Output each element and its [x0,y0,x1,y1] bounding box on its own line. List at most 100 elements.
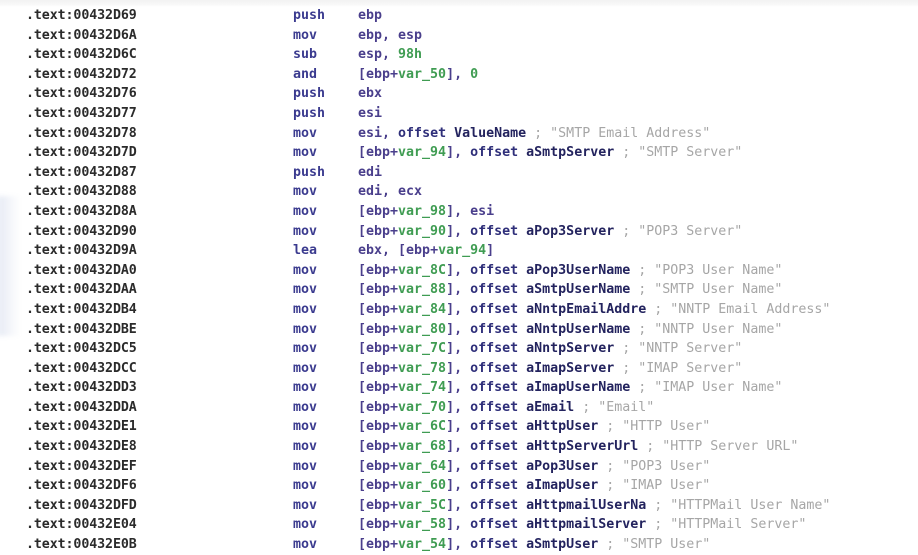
disassembly-line[interactable]: .text:00432E04 mov [ebp+var_58], offset aH… [0,515,918,535]
operand-token-var[interactable]: var_6C [398,419,446,434]
disassembly-line[interactable]: .text:00432D78 mov esi, offset ValueName ;… [0,124,918,144]
operand-token-sym[interactable]: aImapUserName [526,380,630,395]
line-address[interactable]: .text:00432DDA [0,398,293,418]
disassembly-line[interactable]: .text:00432D90 mov [ebp+var_90], offset aP… [0,222,918,242]
operand-token-var[interactable]: var_8C [398,263,446,278]
line-address[interactable]: .text:00432DBE [0,320,293,340]
operand-token-var[interactable]: var_68 [398,439,446,454]
line-mnemonic[interactable]: mov [293,437,358,457]
line-operands[interactable]: [ebp+var_84], offset aNntpEmailAddre ; "… [358,300,830,320]
line-operands[interactable]: [ebp+var_88], offset aSmtpUserName ; "SM… [358,280,782,300]
line-mnemonic[interactable]: mov [293,143,358,163]
line-mnemonic[interactable]: push [293,104,358,124]
line-operands[interactable]: esi, offset ValueName ; "SMTP Email Addr… [358,124,710,144]
line-operands[interactable]: ebx [358,84,382,104]
line-mnemonic[interactable]: push [293,163,358,183]
line-address[interactable]: .text:00432DF6 [0,476,293,496]
disassembly-line[interactable]: .text:00432DFD mov [ebp+var_5C], offset aH… [0,496,918,516]
line-operands[interactable]: edi, ecx [358,182,422,202]
line-operands[interactable]: [ebp+var_74], offset aImapUserName ; "IM… [358,378,782,398]
disassembly-line[interactable]: .text:00432D76 push ebx [0,84,918,104]
disassembly-line[interactable]: .text:00432D6C sub esp, 98h [0,45,918,65]
line-operands[interactable]: [ebp+var_70], offset aEmail ; "Email" [358,398,654,418]
line-address[interactable]: .text:00432DE1 [0,417,293,437]
line-mnemonic[interactable]: mov [293,398,358,418]
line-mnemonic[interactable]: sub [293,45,358,65]
operand-token-var[interactable]: var_90 [398,224,446,239]
operand-token-var[interactable]: var_70 [398,400,446,415]
line-operands[interactable]: [ebp+var_6C], offset aHttpUser ; "HTTP U… [358,417,710,437]
operand-token-sym[interactable]: aNntpServer [526,341,614,356]
line-address[interactable]: .text:00432DEF [0,457,293,477]
line-mnemonic[interactable]: push [293,6,358,26]
line-address[interactable]: .text:00432D72 [0,65,293,85]
operand-token-var[interactable]: var_58 [398,517,446,532]
line-mnemonic[interactable]: push [293,84,358,104]
operand-token-var[interactable]: var_54 [398,537,446,552]
disassembly-line[interactable]: .text:00432DE1 mov [ebp+var_6C], offset aH… [0,417,918,437]
line-address[interactable]: .text:00432D78 [0,124,293,144]
line-address[interactable]: .text:00432D88 [0,182,293,202]
line-operands[interactable]: [ebp+var_98], esi [358,202,494,222]
line-mnemonic[interactable]: mov [293,515,358,535]
line-mnemonic[interactable]: lea [293,241,358,261]
line-operands[interactable]: [ebp+var_54], offset aSmtpUser ; "SMTP U… [358,535,710,555]
operand-token-var[interactable]: var_64 [398,459,446,474]
line-operands[interactable]: [ebp+var_94], offset aSmtpServer ; "SMTP… [358,143,742,163]
line-address[interactable]: .text:00432D8A [0,202,293,222]
line-address[interactable]: .text:00432DCC [0,359,293,379]
line-address[interactable]: .text:00432DAA [0,280,293,300]
disassembly-line[interactable]: .text:00432DA0 mov [ebp+var_8C], offset aP… [0,261,918,281]
line-operands[interactable]: [ebp+var_90], offset aPop3Server ; "POP3… [358,222,742,242]
operand-token-var[interactable]: var_74 [398,380,446,395]
operand-token-var[interactable]: var_50 [398,67,446,82]
operand-token-sym[interactable]: aImapUser [526,478,598,493]
line-operands[interactable]: [ebp+var_80], offset aNntpUserName ; "NN… [358,320,782,340]
line-mnemonic[interactable]: mov [293,378,358,398]
line-mnemonic[interactable]: mov [293,535,358,555]
operand-token-sym[interactable]: aNntpEmailAddre [526,302,646,317]
line-operands[interactable]: esp, 98h [358,45,422,65]
line-mnemonic[interactable]: mov [293,339,358,359]
line-mnemonic[interactable]: mov [293,202,358,222]
line-address[interactable]: .text:00432DB4 [0,300,293,320]
operand-token-sym[interactable]: aImapServer [526,361,614,376]
line-mnemonic[interactable]: mov [293,26,358,46]
operand-token-sym[interactable]: aPop3UserName [526,263,630,278]
operand-token-var[interactable]: var_94 [398,145,446,160]
disassembly-line[interactable]: .text:00432D72 and [ebp+var_50], 0 [0,65,918,85]
line-address[interactable]: .text:00432E0B [0,535,293,555]
line-address[interactable]: .text:00432D90 [0,222,293,242]
operand-token-sym[interactable]: aSmtpUserName [526,282,630,297]
disassembly-line[interactable]: .text:00432D8A mov [ebp+var_98], esi [0,202,918,222]
line-operands[interactable]: [ebp+var_64], offset aPop3User ; "POP3 U… [358,457,710,477]
operand-token-sym[interactable]: aHttpmailUserNa [526,498,646,513]
disassembly-line[interactable]: .text:00432D9A lea ebx, [ebp+var_94] [0,241,918,261]
line-address[interactable]: .text:00432DFD [0,496,293,516]
disassembly-line[interactable]: .text:00432DCC mov [ebp+var_78], offset aI… [0,359,918,379]
disassembly-line[interactable]: .text:00432DC5 mov [ebp+var_7C], offset aN… [0,339,918,359]
operand-token-sym[interactable]: aPop3User [526,459,598,474]
line-address[interactable]: .text:00432DA0 [0,261,293,281]
operand-token-sym[interactable]: aSmtpUser [526,537,598,552]
line-operands[interactable]: [ebp+var_68], offset aHttpServerUrl ; "H… [358,437,798,457]
operand-token-sym[interactable]: aHttpServerUrl [526,439,638,454]
operand-token-var[interactable]: var_88 [398,282,446,297]
line-operands[interactable]: [ebp+var_58], offset aHttpmailServer ; "… [358,515,806,535]
line-address[interactable]: .text:00432DC5 [0,339,293,359]
line-address[interactable]: .text:00432D6C [0,45,293,65]
operand-token-var[interactable]: var_98 [398,204,446,219]
operand-token-sym[interactable]: aNntpUserName [526,322,630,337]
disassembly-line[interactable]: .text:00432D87 push edi [0,163,918,183]
line-operands[interactable]: ebp [358,6,382,26]
line-operands[interactable]: esi [358,104,382,124]
line-address[interactable]: .text:00432D6A [0,26,293,46]
line-mnemonic[interactable]: mov [293,261,358,281]
line-address[interactable]: .text:00432D77 [0,104,293,124]
disassembly-line[interactable]: .text:00432D69 push ebp [0,6,918,26]
line-address[interactable]: .text:00432D7D [0,143,293,163]
line-operands[interactable]: [ebp+var_78], offset aImapServer ; "IMAP… [358,359,742,379]
line-mnemonic[interactable]: mov [293,300,358,320]
line-mnemonic[interactable]: mov [293,280,358,300]
operand-token-var[interactable]: var_78 [398,361,446,376]
